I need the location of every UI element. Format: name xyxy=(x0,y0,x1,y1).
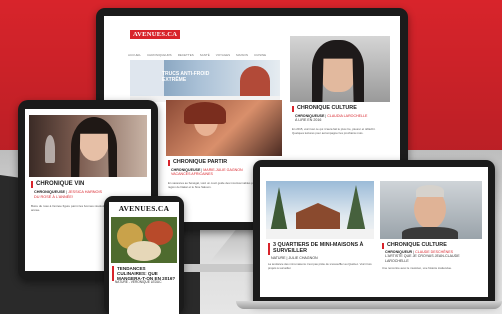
article-kicker[interactable]: CHRONIQUE CULTURE xyxy=(382,242,447,249)
article-meta: NATURE - VÉRONIQUE LEDUC xyxy=(115,280,162,284)
nav-item[interactable]: Accueil xyxy=(128,53,141,57)
article-image-culture-man[interactable] xyxy=(380,181,482,239)
phone-logo[interactable]: AVENUES.CA xyxy=(109,202,179,215)
article-text: Une rencontre avec le musicien, une hist… xyxy=(382,266,452,270)
nav-item[interactable]: Maison xyxy=(236,53,248,57)
meta-author[interactable]: JESSICA HARNOIS xyxy=(68,190,102,194)
banner-title: TRUCS ANTI-FROID EXTRÊME xyxy=(162,71,210,83)
nav-item[interactable]: Santé xyxy=(200,53,210,57)
smartphone: AVENUES.CA TENDANCES CULINAIRES: QUE MAN… xyxy=(104,196,184,314)
meta-subtitle: VACANCES AFRICAINES xyxy=(171,172,213,177)
laptop: 3 QUARTIERS DE MINI-MAISONS À SURVEILLER… xyxy=(253,160,495,303)
article-image-partir[interactable] xyxy=(166,100,282,156)
article-meta: CHRONIQUEUR | CLAUDE DESCHÊNES L'ARTISTE… xyxy=(385,250,460,263)
article-kicker[interactable]: CHRONIQUE CULTURE xyxy=(292,105,357,112)
article-image-culture[interactable] xyxy=(290,36,390,102)
meta-subtitle: L'ARTISTE QUE JE CROYAIS JEAN-CLAUDE LAR… xyxy=(385,254,460,263)
article-kicker[interactable]: CHRONIQUE PARTIR xyxy=(168,159,227,166)
meta-label: CHRONIQUEUSE xyxy=(34,190,66,194)
banner-image[interactable]: TRUCS ANTI-FROID EXTRÊME xyxy=(130,60,280,96)
article-meta: CHRONIQUEUSE | MARIE-JULIE GAGNON VACANC… xyxy=(171,168,243,177)
article-image-food[interactable] xyxy=(111,217,177,263)
article-image-minimaisons[interactable] xyxy=(266,181,374,239)
meta-subtitle: DU ROSÉ À L'ANNÉE! xyxy=(34,194,73,199)
phone-screen: AVENUES.CA TENDANCES CULINAIRES: QUE MAN… xyxy=(109,202,179,314)
laptop-screen: 3 QUARTIERS DE MINI-MAISONS À SURVEILLER… xyxy=(260,167,488,297)
meta-author[interactable]: CLAUDIA LAROCHELLE xyxy=(327,114,367,118)
article-meta: CHRONIQUEUSE | CLAUDIA LAROCHELLE À LIRE… xyxy=(295,114,368,123)
article-meta: NATURE | JULIE CHAGNON xyxy=(271,256,318,260)
nav-item[interactable]: Recettes xyxy=(178,53,194,57)
desktop-logo[interactable]: AVENUES.CA xyxy=(130,30,181,39)
article-kicker[interactable]: TENDANCES CULINAIRES: QUE MANGERA-T-ON E… xyxy=(112,266,176,282)
article-image-vin[interactable] xyxy=(29,115,147,177)
desktop-nav: Accueil Chroniqueurs Recettes Santé Voya… xyxy=(128,53,266,57)
article-text: La tendance des mini-maisons n'est pas p… xyxy=(268,262,372,270)
article-kicker[interactable]: CHRONIQUE VIN xyxy=(31,181,84,188)
meta-subtitle: À LIRE EN 2016 xyxy=(295,118,322,123)
nav-item[interactable]: Chroniqueurs xyxy=(147,53,172,57)
laptop-base xyxy=(236,301,502,309)
nav-item[interactable]: Cuisine xyxy=(254,53,266,57)
nav-item[interactable]: Voyages xyxy=(216,53,230,57)
article-kicker[interactable]: 3 QUARTIERS DE MINI-MAISONS À SURVEILLER xyxy=(268,242,368,255)
article-text: En 2015, voici tout ce qui m'aura fait l… xyxy=(292,127,376,135)
